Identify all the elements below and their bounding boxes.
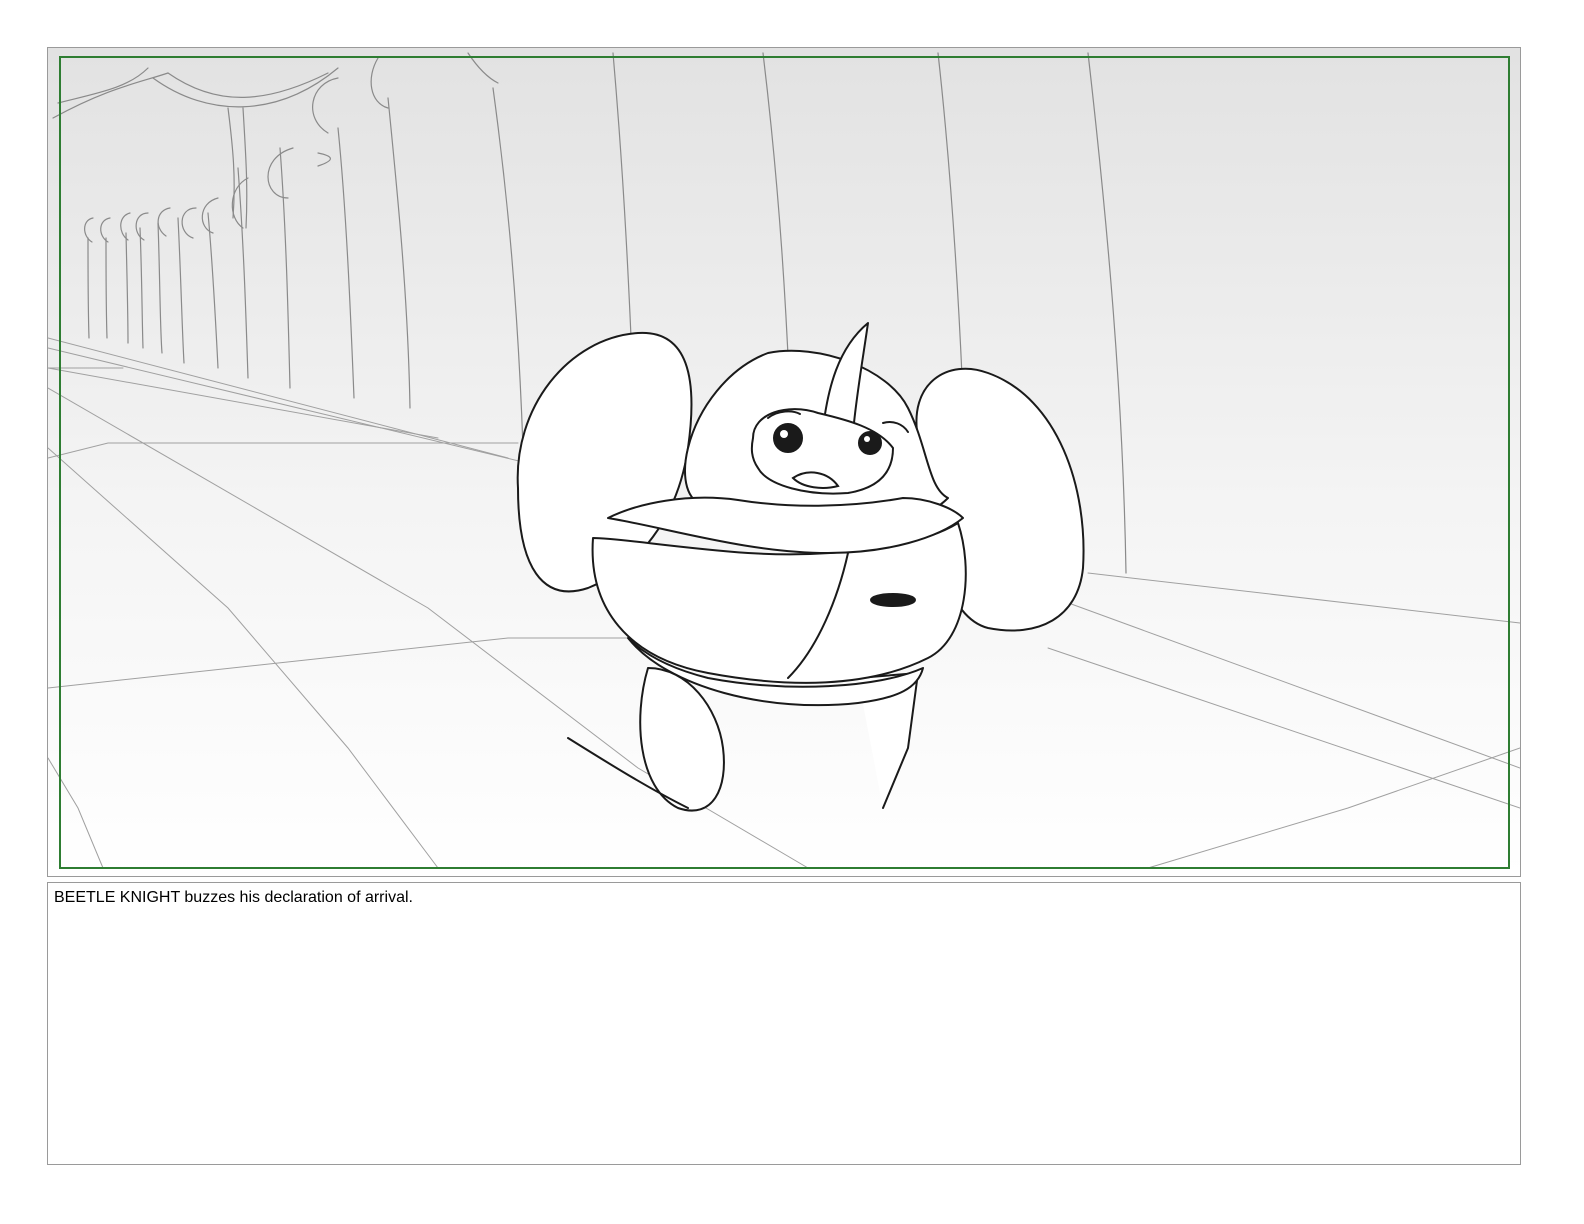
storyboard-panel	[47, 47, 1521, 877]
left-eye	[773, 423, 803, 453]
panel-sketch	[48, 48, 1520, 876]
right-eye	[858, 431, 882, 455]
chest-mark	[870, 593, 916, 607]
panel-notes: BEETLE KNIGHT buzzes his declaration of …	[47, 882, 1521, 1165]
action-text: BEETLE KNIGHT buzzes his declaration of …	[54, 889, 413, 906]
